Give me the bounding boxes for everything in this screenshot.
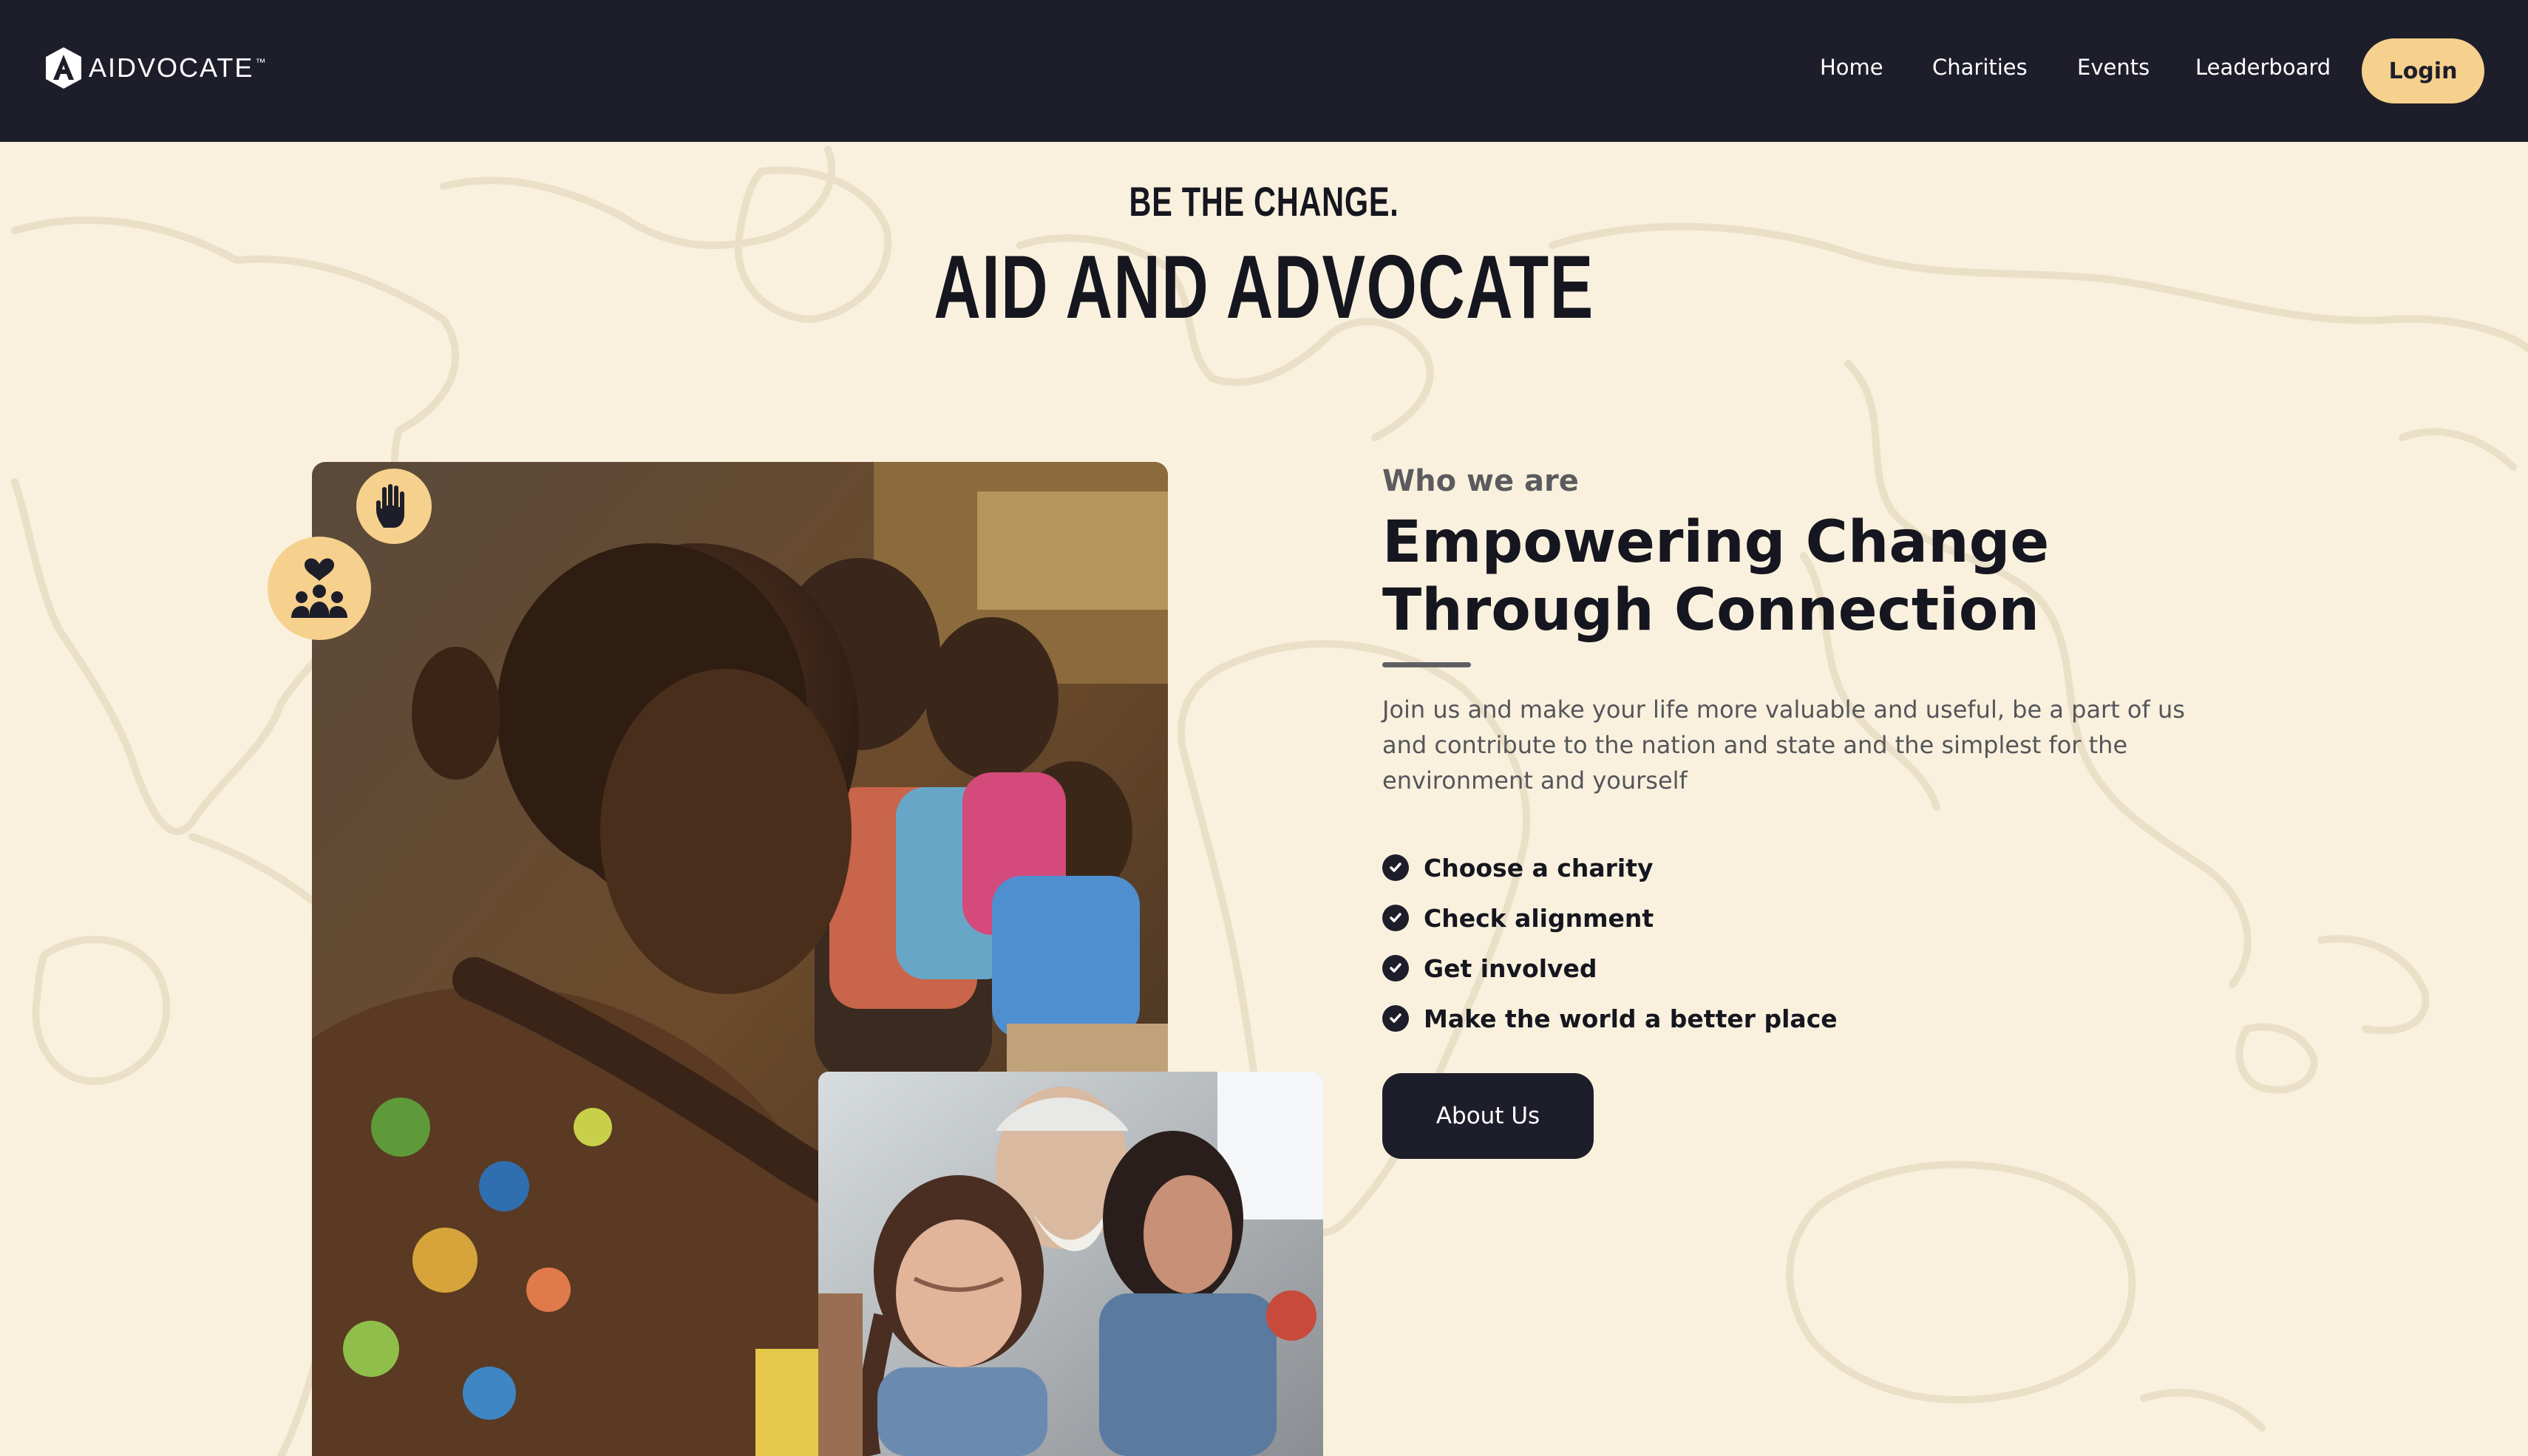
brand-logo[interactable]: AIDVOCATE ™ <box>43 44 265 92</box>
check-circle-icon <box>1382 1005 1409 1032</box>
community-heart-badge <box>268 537 371 640</box>
nav-leaderboard[interactable]: Leaderboard <box>2195 55 2331 80</box>
nav-charities[interactable]: Charities <box>1932 55 2028 80</box>
section-headline: Empowering Change Through Connection <box>1382 508 2121 644</box>
hero-tagline: BE THE CHANGE. <box>1129 178 1399 225</box>
headline-line-1: Empowering Change <box>1382 509 2050 576</box>
feature-label: Make the world a better place <box>1424 1004 1838 1033</box>
community-heart-icon <box>291 558 347 618</box>
nav-home[interactable]: Home <box>1820 55 1883 80</box>
navbar: AIDVOCATE ™ Home Charities Events Leader… <box>0 0 2528 142</box>
feature-list: Choose a charity Check alignment Get inv… <box>1382 843 1838 1044</box>
feature-label: Choose a charity <box>1424 853 1654 882</box>
login-button[interactable]: Login <box>2362 38 2484 103</box>
brand-name: AIDVOCATE <box>89 52 254 83</box>
check-circle-icon <box>1382 854 1409 881</box>
feature-label: Check alignment <box>1424 903 1654 933</box>
aidvocate-logo-icon <box>46 47 81 89</box>
nav-events[interactable]: Events <box>2077 55 2150 80</box>
check-circle-icon <box>1382 905 1409 931</box>
hero-title: AID AND ADVOCATE <box>934 237 1594 337</box>
about-us-button[interactable]: About Us <box>1382 1073 1594 1159</box>
feature-item: Make the world a better place <box>1382 993 1838 1044</box>
feature-item: Get involved <box>1382 943 1838 993</box>
community-volunteers-photo <box>818 1072 1323 1456</box>
section-eyebrow: Who we are <box>1382 464 1579 498</box>
headline-divider <box>1382 662 1471 667</box>
trademark-mark: ™ <box>255 56 266 68</box>
raised-hand-badge <box>356 469 432 544</box>
headline-line-2: Through Connection <box>1382 577 2040 644</box>
feature-item: Choose a charity <box>1382 843 1838 893</box>
raised-hand-icon <box>376 484 404 528</box>
section-description: Join us and make your life more valuable… <box>1382 695 2185 795</box>
feature-item: Check alignment <box>1382 893 1838 943</box>
feature-label: Get involved <box>1424 953 1597 983</box>
check-circle-icon <box>1382 955 1409 982</box>
